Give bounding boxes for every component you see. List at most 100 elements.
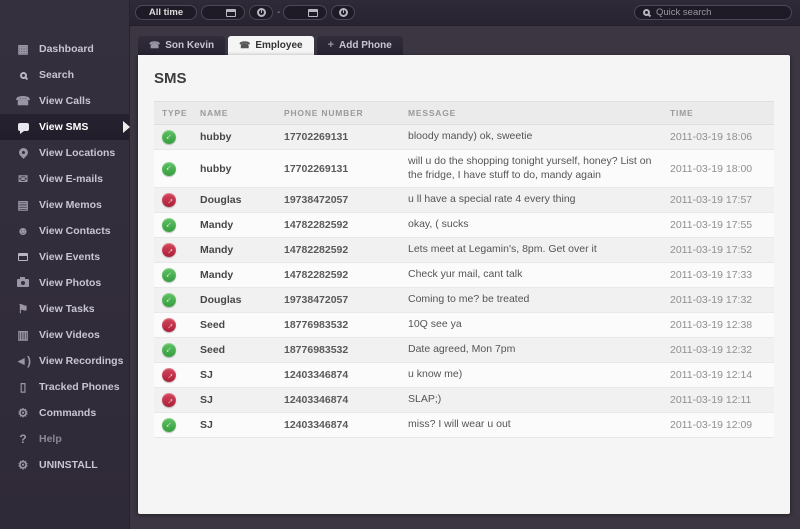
time-from-button[interactable] — [249, 5, 273, 20]
sms-bubble-icon — [14, 121, 32, 134]
time-filter-dropdown[interactable]: All time — [135, 5, 197, 20]
sms-type-cell: → — [154, 363, 192, 388]
sms-row[interactable]: → hubby 17702269131 bloody mandy) ok, sweet… — [154, 124, 774, 150]
camera-icon — [14, 277, 32, 289]
sms-time: 2011-03-19 17:52 — [670, 244, 753, 257]
date-from-field[interactable] — [201, 5, 245, 20]
sms-phone-number: 17702269131 — [284, 131, 349, 143]
tab-son-kevin[interactable]: ☎ Son Kevin — [138, 36, 226, 55]
sms-row[interactable]: → hubby 17702269131 will u do the shopping … — [154, 149, 774, 188]
sidebar-item-help[interactable]: ? Help — [0, 426, 129, 452]
sidebar-item-uninstall[interactable]: ⚙ UNINSTALL — [0, 452, 129, 478]
sms-message: Check yur mail, cant talk — [408, 268, 523, 281]
clock-icon — [338, 8, 348, 17]
sms-name: Seed — [200, 344, 226, 357]
sms-name: SJ — [200, 369, 213, 382]
sidebar-item-view-locations[interactable]: View Locations — [0, 140, 129, 166]
sms-message: miss? I will wear u out — [408, 418, 511, 431]
sms-phone-number: 12403346874 — [284, 369, 349, 382]
sms-row[interactable]: → Douglas 19738472057 Coming to me? be trea… — [154, 287, 774, 313]
sidebar-item-label: View Contacts — [39, 225, 111, 237]
sms-phone-number: 14782282592 — [284, 219, 349, 232]
sms-phone-number: 12403346874 — [284, 394, 349, 407]
sms-row[interactable]: → Mandy 14782282592 Check yur mail, cant ta… — [154, 262, 774, 288]
sidebar-item-dashboard[interactable]: ▦ Dashboard — [0, 36, 129, 62]
sms-name: Douglas — [200, 294, 242, 307]
sms-row[interactable]: → Douglas 19738472057 u ll have a special r… — [154, 187, 774, 213]
sidebar-item-tracked-phones[interactable]: ▯ Tracked Phones — [0, 374, 129, 400]
tab-employee[interactable]: ☎ Employee — [228, 36, 314, 55]
sms-name: hubby — [200, 131, 232, 143]
sms-row[interactable]: → SJ 12403346874 SLAP;) 2011-03-19 12:11 — [154, 387, 774, 413]
sidebar-nav: ▦ Dashboard Search ☎ View Calls View SMS View … — [0, 0, 130, 478]
sidebar: ▦ Dashboard Search ☎ View Calls View SMS View … — [0, 0, 130, 529]
sms-row[interactable]: → Seed 18776983532 10Q see ya 2011-03-19 12:… — [154, 312, 774, 338]
sms-message: will u do the shopping tonight yurself, … — [408, 155, 652, 181]
sms-name: hubby — [200, 162, 232, 175]
sms-row[interactable]: → SJ 12403346874 miss? I will wear u out 201… — [154, 412, 774, 438]
sms-message: okay, ( sucks — [408, 218, 469, 231]
column-header-message[interactable]: MESSAGE — [400, 101, 662, 125]
sms-row[interactable]: → Seed 18776983532 Date agreed, Mon 7pm 2011… — [154, 337, 774, 363]
memo-icon: ▤ — [17, 198, 29, 212]
app-window: ▦ Dashboard Search ☎ View Calls View SMS View … — [0, 0, 800, 529]
sidebar-item-label: View E-mails — [39, 173, 104, 185]
sidebar-item-view-recordings[interactable]: ◄) View Recordings — [0, 348, 129, 374]
sidebar-item-view-e-mails[interactable]: ✉ View E-mails — [0, 166, 129, 192]
clock-icon — [256, 8, 266, 17]
column-header-phone-number[interactable]: PHONE NUMBER — [276, 101, 400, 125]
quick-search — [634, 5, 792, 20]
sms-row[interactable]: → Mandy 14782282592 okay, ( sucks 2011-03-19… — [154, 212, 774, 238]
phone-icon: ☎ — [149, 40, 161, 50]
sms-type-cell: → — [154, 263, 192, 288]
sidebar-item-view-sms[interactable]: View SMS — [0, 114, 130, 140]
sidebar-item-label: View Memos — [39, 199, 102, 211]
sms-name: Douglas — [200, 194, 242, 207]
sms-phone-number: 14782282592 — [284, 269, 349, 282]
phone-icon: ☎ — [239, 40, 251, 50]
location-pin-icon — [14, 146, 32, 159]
sms-type-cell: → — [154, 413, 192, 438]
incoming-message-icon: → — [162, 268, 177, 283]
sidebar-item-view-tasks[interactable]: ⚑ View Tasks — [0, 296, 129, 322]
column-header-time[interactable]: TIME — [662, 101, 774, 125]
sidebar-item-label: Search — [39, 69, 75, 81]
column-header-type[interactable]: TYPE — [154, 101, 192, 125]
sidebar-item-label: View Tasks — [39, 303, 95, 315]
sidebar-item-view-contacts[interactable]: ☻ View Contacts — [0, 218, 129, 244]
sidebar-item-view-events[interactable]: View Events — [0, 244, 129, 270]
sidebar-item-view-videos[interactable]: ▥ View Videos — [0, 322, 129, 348]
sms-time: 2011-03-19 17:32 — [670, 294, 753, 307]
sidebar-item-label: View Videos — [39, 329, 100, 341]
column-header-name[interactable]: NAME — [192, 101, 276, 125]
sms-phone-number: 17702269131 — [284, 162, 349, 175]
sms-row[interactable]: → Mandy 14782282592 Lets meet at Legamin's,… — [154, 237, 774, 263]
tab-label: Son Kevin — [165, 40, 215, 51]
sidebar-item-view-photos[interactable]: View Photos — [0, 270, 129, 296]
quick-search-input[interactable] — [656, 7, 788, 18]
sidebar-item-view-memos[interactable]: ▤ View Memos — [0, 192, 129, 218]
flag-icon: ⚑ — [17, 302, 29, 316]
sidebar-item-search[interactable]: Search — [0, 62, 129, 88]
sms-type-cell: → — [154, 188, 192, 213]
sms-time: 2011-03-19 12:11 — [670, 394, 752, 407]
sidebar-item-label: View Calls — [39, 95, 91, 107]
outgoing-message-icon: → — [161, 193, 176, 208]
sms-time: 2011-03-19 12:09 — [670, 419, 753, 432]
sidebar-item-label: Tracked Phones — [39, 381, 120, 393]
outgoing-message-icon: → — [161, 393, 176, 408]
sms-message: Date agreed, Mon 7pm — [408, 343, 516, 356]
sms-time: 2011-03-19 18:06 — [670, 131, 753, 143]
tab-add-phone[interactable]: + Add Phone — [316, 36, 403, 55]
time-to-button[interactable] — [331, 5, 356, 20]
sidebar-item-view-calls[interactable]: ☎ View Calls — [0, 88, 129, 114]
sidebar-item-label: View Recordings — [39, 355, 124, 367]
sidebar-item-commands[interactable]: ⚙ Commands — [0, 400, 129, 426]
main-content: ☎ Son Kevin ☎ Employee + Add Phone SMS TYPE NA… — [130, 26, 800, 529]
sms-phone-number: 12403346874 — [284, 419, 349, 432]
date-to-field[interactable] — [283, 5, 328, 20]
sms-row[interactable]: → SJ 12403346874 u know me) 2011-03-19 12:14 — [154, 362, 774, 388]
incoming-message-icon: → — [162, 418, 177, 433]
incoming-message-icon: → — [162, 293, 177, 308]
sms-message: u know me) — [408, 368, 463, 381]
